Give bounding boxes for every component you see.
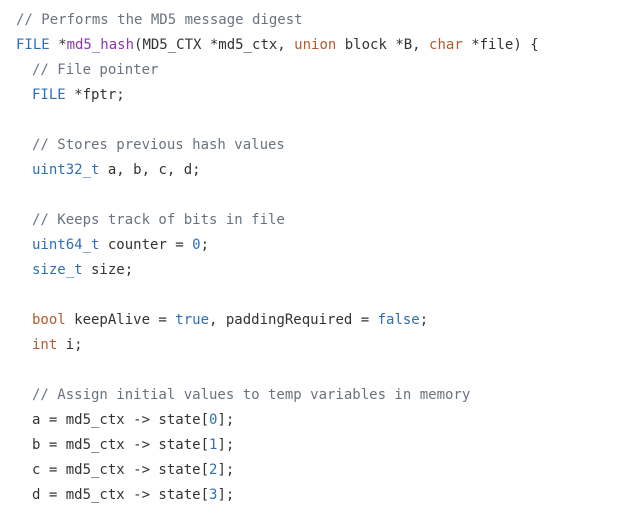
code-token-plain: * — [49, 37, 67, 53]
code-token-plain: d = md5_ctx -> state[ — [32, 487, 210, 503]
code-token-comment: // Assign initial values to temp variabl… — [32, 387, 471, 403]
code-line: int i; — [0, 333, 638, 358]
code-token-plain: (MD5_CTX *md5_ctx, — [134, 37, 295, 53]
code-token-value: true — [175, 312, 210, 328]
code-token-plain: ]; — [217, 462, 235, 478]
code-token-value: 2 — [209, 462, 218, 478]
code-token-plain: ]; — [217, 412, 235, 428]
code-token-type: FILE — [16, 37, 50, 53]
code-token-value: 0 — [192, 237, 201, 253]
code-token-keyword: char — [429, 37, 463, 53]
code-token-plain: i; — [57, 337, 83, 353]
code-line: c = md5_ctx -> state[2]; — [0, 458, 638, 483]
code-token-plain: ]; — [217, 487, 235, 503]
code-token-value: 1 — [209, 437, 218, 453]
code-line: bool keepAlive = true, paddingRequired =… — [0, 308, 638, 333]
code-line: uint64_t counter = 0; — [0, 233, 638, 258]
code-token-plain: ; — [200, 237, 210, 253]
code-token-keyword: union — [294, 37, 337, 53]
code-token-comment: // Performs the MD5 message digest — [16, 12, 303, 28]
code-line: b = md5_ctx -> state[1]; — [0, 433, 638, 458]
code-line: FILE *fptr; — [0, 83, 638, 108]
code-line: // Keeps track of bits in file — [0, 208, 638, 233]
code-token-type: size_t — [32, 262, 83, 278]
code-token-plain: , paddingRequired = — [209, 312, 378, 328]
code-line: d = md5_ctx -> state[3]; — [0, 483, 638, 508]
code-line: uint32_t a, b, c, d; — [0, 158, 638, 183]
code-token-plain: a, b, c, d; — [99, 162, 201, 178]
code-token-comment: // Stores previous hash values — [32, 137, 285, 153]
code-token-plain: ; — [419, 312, 429, 328]
code-line: // Stores previous hash values — [0, 133, 638, 158]
code-token-comment: // File pointer — [32, 62, 159, 78]
code-token-plain: c = md5_ctx -> state[ — [32, 462, 210, 478]
code-line: // File pointer — [0, 58, 638, 83]
code-token-plain: block *B, — [336, 37, 430, 53]
code-line: size_t size; — [0, 258, 638, 283]
code-line: a = md5_ctx -> state[0]; — [0, 408, 638, 433]
code-line: // Performs the MD5 message digest — [0, 8, 638, 33]
code-token-type: uint64_t — [32, 237, 100, 253]
code-token-value: 0 — [209, 412, 218, 428]
code-token-plain: b = md5_ctx -> state[ — [32, 437, 210, 453]
code-token-keyword: int — [32, 337, 58, 353]
code-token-plain: counter = — [99, 237, 193, 253]
code-token-plain: ]; — [217, 437, 235, 453]
code-token-comment: // Keeps track of bits in file — [32, 212, 285, 228]
code-token-plain: keepAlive = — [65, 312, 176, 328]
code-token-type: FILE — [32, 87, 66, 103]
code-token-plain: *fptr; — [65, 87, 125, 103]
code-token-plain: *file) { — [462, 37, 539, 53]
code-token-plain: size; — [82, 262, 134, 278]
code-line: FILE * md5_hash (MD5_CTX *md5_ctx, union b… — [0, 33, 638, 58]
code-token-func: md5_hash — [66, 37, 135, 53]
code-token-plain: a = md5_ctx -> state[ — [32, 412, 210, 428]
code-token-value: false — [377, 312, 420, 328]
code-block: // Performs the MD5 message digest FILE *… — [0, 0, 638, 521]
code-token-keyword: bool — [32, 312, 66, 328]
code-token-value: 3 — [209, 487, 218, 503]
code-line: // Assign initial values to temp variabl… — [0, 383, 638, 408]
code-token-type: uint32_t — [32, 162, 100, 178]
